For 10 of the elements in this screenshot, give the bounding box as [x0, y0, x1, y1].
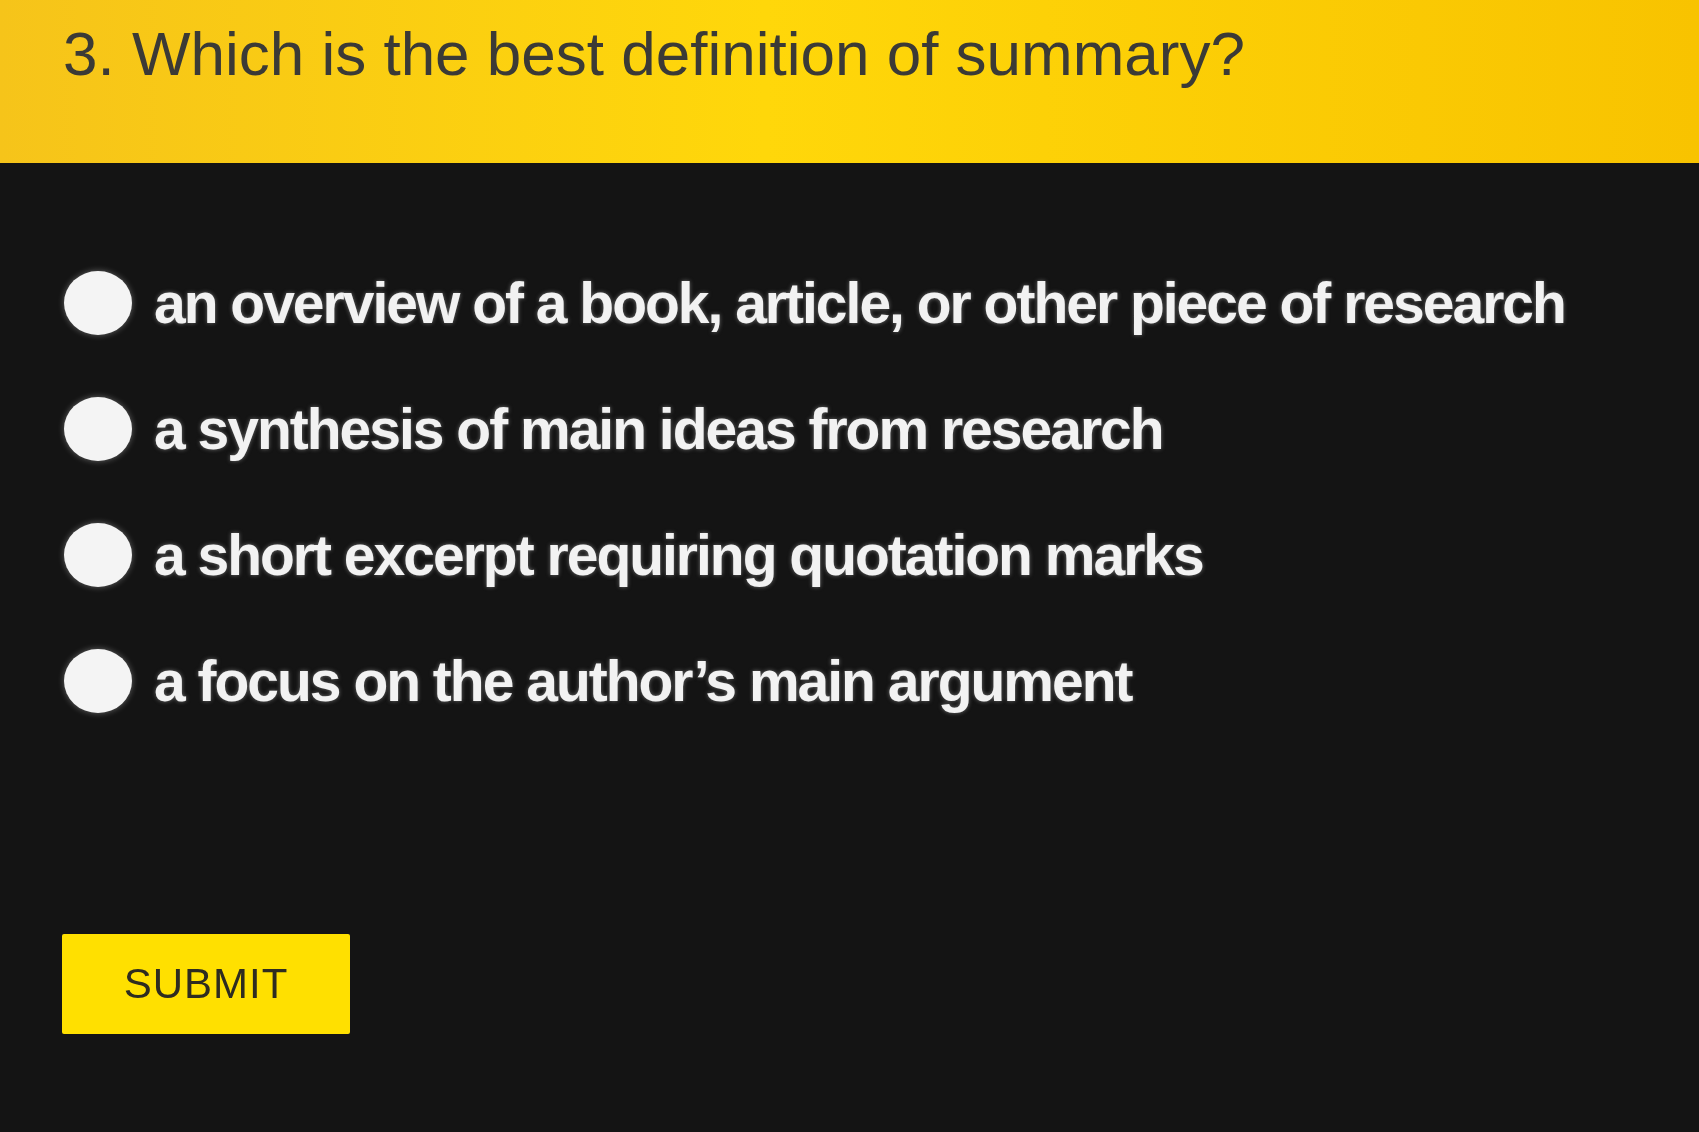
submit-button[interactable]: SUBMIT [62, 934, 350, 1034]
option-label[interactable]: a synthesis of main ideas from research [154, 394, 1163, 464]
option-label[interactable]: a focus on the author’s main argument [154, 646, 1132, 716]
radio-button[interactable] [64, 397, 132, 461]
question-text: 3. Which is the best definition of summary? [63, 18, 1245, 90]
radio-button[interactable] [64, 523, 132, 587]
option-label[interactable]: an overview of a book, article, or other piece of research [154, 268, 1565, 338]
radio-button[interactable] [64, 271, 132, 335]
option-label[interactable]: a short excerpt requiring quotation marks [154, 520, 1203, 590]
radio-button[interactable] [64, 649, 132, 713]
